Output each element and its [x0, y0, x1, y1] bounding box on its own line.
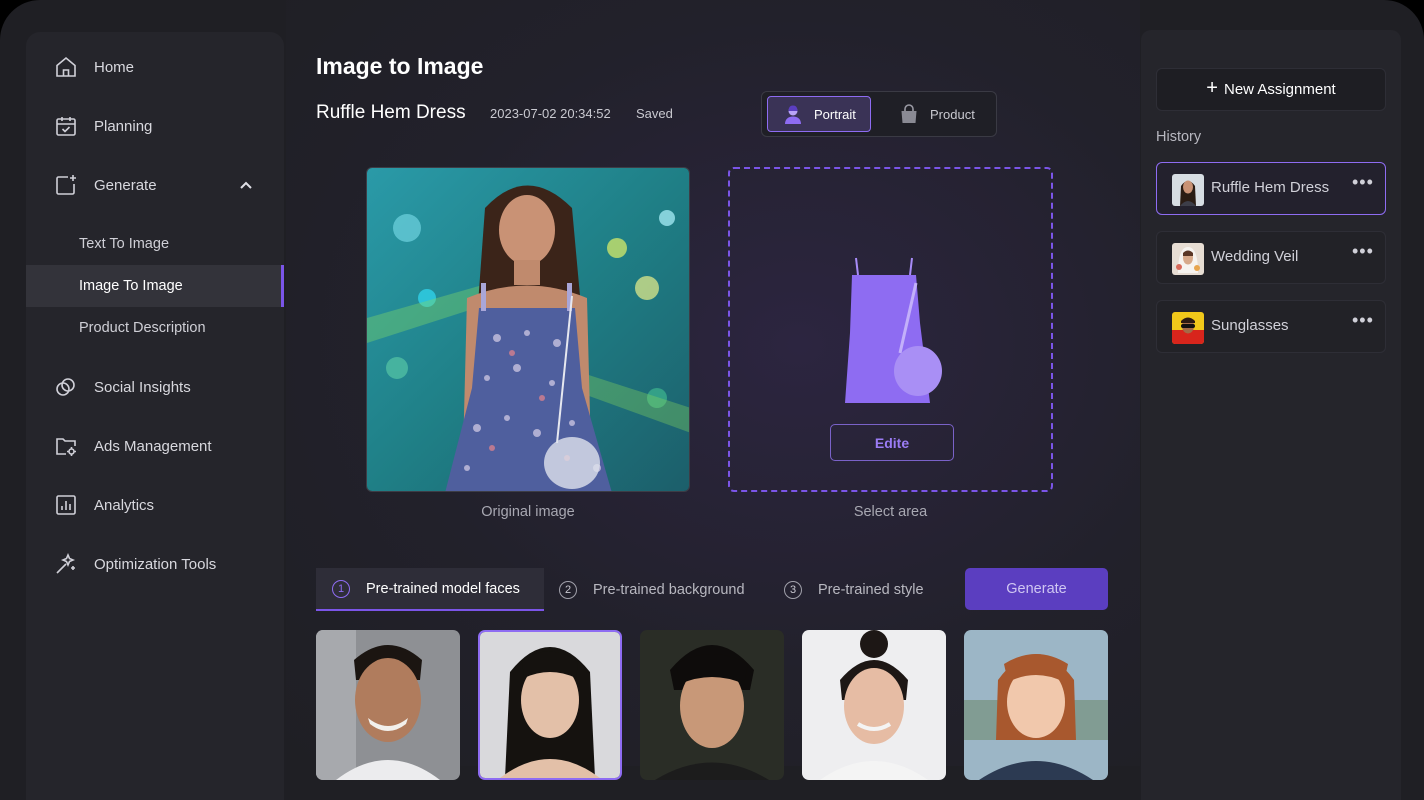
history-item-sunglasses[interactable]: Sunglasses •••	[1156, 300, 1386, 353]
tab-pretrained-background[interactable]: 2 Pre-trained background	[559, 568, 745, 611]
face-option[interactable]	[640, 630, 784, 780]
face-photo	[964, 630, 1108, 780]
tab-pretrained-style[interactable]: 3 Pre-trained style	[784, 568, 924, 611]
edit-button[interactable]: Edite	[830, 424, 954, 461]
more-options-icon[interactable]: •••	[1352, 172, 1374, 193]
image-sparkle-icon	[56, 175, 76, 195]
sidebar-item-label: Optimization Tools	[94, 555, 217, 573]
bag-icon	[901, 104, 917, 123]
person-icon	[785, 105, 801, 124]
sidebar-item-label: Home	[94, 58, 135, 76]
original-image-caption: Original image	[481, 504, 575, 520]
original-photo	[367, 168, 689, 491]
history-thumbnail	[1172, 243, 1204, 275]
home-icon	[56, 56, 76, 77]
document-name: Ruffle Hem Dress	[316, 102, 466, 123]
sidebar: Home Planning Generate Text To Image Ima…	[26, 32, 284, 800]
sidebar-subitem-label: Text To Image	[79, 236, 170, 252]
sidebar-item-label: Generate	[94, 176, 157, 194]
sidebar-item-optimization-tools[interactable]: Optimization Tools	[26, 543, 284, 585]
app-window: Home Planning Generate Text To Image Ima…	[0, 0, 1424, 800]
sidebar-subitem-product-description[interactable]: Product Description	[26, 307, 284, 349]
step-label: Pre-trained style	[818, 581, 924, 598]
product-mode-button[interactable]: Product	[884, 96, 992, 132]
bar-chart-icon	[56, 495, 76, 515]
step-number: 1	[332, 579, 350, 598]
dress-illustration	[845, 257, 942, 403]
document-timestamp: 2023-07-02 20:34:52	[490, 106, 611, 121]
more-options-icon[interactable]: •••	[1352, 241, 1374, 262]
face-option[interactable]	[802, 630, 946, 780]
history-heading: History	[1156, 129, 1202, 145]
save-status: Saved	[636, 106, 673, 121]
sidebar-subitem-image-to-image[interactable]: Image To Image	[26, 265, 284, 307]
sidebar-item-label: Analytics	[94, 496, 155, 514]
product-mode-label: Product	[930, 106, 975, 122]
history-panel: + New Assignment History Ruffle Hem Dres…	[1141, 30, 1401, 800]
sidebar-item-social-insights[interactable]: Social Insights	[26, 366, 284, 408]
history-item-label: Sunglasses	[1211, 317, 1289, 334]
history-thumbnail	[1172, 312, 1204, 344]
select-area[interactable]: Edite	[728, 167, 1053, 492]
step-number: 3	[784, 580, 802, 599]
face-photo	[316, 630, 460, 780]
face-option[interactable]	[316, 630, 460, 780]
sidebar-item-ads-management[interactable]: Ads Management	[26, 425, 284, 467]
sidebar-item-planning[interactable]: Planning	[26, 105, 284, 147]
history-item-wedding-veil[interactable]: Wedding Veil •••	[1156, 231, 1386, 284]
new-assignment-label: New Assignment	[1223, 81, 1336, 98]
history-thumbnail	[1172, 174, 1204, 206]
sidebar-subitem-label: Product Description	[79, 320, 206, 336]
history-item-label: Ruffle Hem Dress	[1211, 179, 1330, 196]
face-photo	[480, 632, 620, 778]
folder-gear-icon	[56, 438, 76, 456]
sidebar-item-generate[interactable]: Generate	[26, 164, 284, 206]
sidebar-item-label: Ads Management	[94, 437, 212, 455]
history-item-ruffle-hem-dress[interactable]: Ruffle Hem Dress •••	[1156, 162, 1386, 215]
history-item-label: Wedding Veil	[1211, 248, 1299, 265]
face-photo	[640, 630, 784, 780]
sidebar-item-analytics[interactable]: Analytics	[26, 484, 284, 526]
sidebar-subitem-text-to-image[interactable]: Text To Image	[26, 223, 284, 265]
magic-wand-icon	[56, 552, 76, 574]
generate-button[interactable]: Generate	[965, 568, 1108, 610]
sidebar-subitem-label: Image To Image	[79, 278, 183, 294]
sidebar-item-label: Planning	[94, 117, 153, 135]
portrait-mode-label: Portrait	[814, 106, 856, 122]
more-options-icon[interactable]: •••	[1352, 310, 1374, 331]
select-area-caption: Select area	[853, 504, 928, 520]
main-content: Image to Image Ruffle Hem Dress 2023-07-…	[286, 0, 1140, 780]
face-option[interactable]	[964, 630, 1108, 780]
sidebar-item-label: Social Insights	[94, 378, 191, 396]
mode-toggle: Portrait Product	[761, 91, 997, 137]
chevron-up-icon[interactable]	[236, 175, 256, 195]
page-title: Image to Image	[316, 53, 484, 79]
face-photo	[802, 630, 946, 780]
original-image[interactable]	[366, 167, 690, 492]
step-number: 2	[559, 580, 577, 599]
face-option[interactable]	[478, 630, 622, 780]
portrait-mode-button[interactable]: Portrait	[767, 96, 871, 132]
rings-icon	[56, 378, 75, 396]
plus-icon: +	[1206, 77, 1218, 99]
tab-pretrained-faces[interactable]: 1 Pre-trained model faces	[316, 568, 544, 611]
calendar-check-icon	[56, 117, 76, 136]
sidebar-item-home[interactable]: Home	[26, 46, 284, 88]
step-label: Pre-trained model faces	[366, 580, 520, 597]
step-label: Pre-trained background	[593, 581, 745, 598]
new-assignment-button[interactable]: + New Assignment	[1156, 68, 1386, 111]
